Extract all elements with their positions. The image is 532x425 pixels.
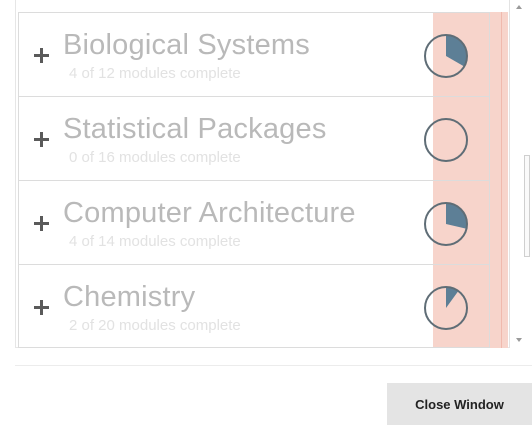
close-window-button[interactable]: Close Window bbox=[387, 383, 532, 425]
course-title: Computer Architecture bbox=[63, 197, 356, 229]
plus-icon[interactable] bbox=[34, 132, 49, 147]
course-row[interactable]: Biological Systems 4 of 12 modules compl… bbox=[18, 12, 490, 96]
course-subtitle: 2 of 20 modules complete bbox=[69, 317, 241, 334]
progress-pie-icon bbox=[424, 202, 468, 246]
course-row[interactable]: Computer Architecture 4 of 14 modules co… bbox=[18, 180, 490, 264]
progress-pie-icon bbox=[424, 118, 468, 162]
divider bbox=[15, 365, 532, 366]
course-row[interactable]: Chemistry 2 of 20 modules complete bbox=[18, 264, 490, 348]
course-list[interactable]: Biological Systems 4 of 12 modules compl… bbox=[18, 12, 508, 348]
vertical-scrollbar[interactable] bbox=[509, 0, 530, 348]
course-subtitle: 0 of 16 modules complete bbox=[69, 149, 241, 166]
plus-icon[interactable] bbox=[34, 48, 49, 63]
course-title: Chemistry bbox=[63, 281, 196, 313]
progress-pie-icon bbox=[424, 286, 468, 330]
course-row[interactable]: Statistical Packages 0 of 16 modules com… bbox=[18, 96, 490, 180]
plus-icon[interactable] bbox=[34, 300, 49, 315]
chevron-down-icon[interactable] bbox=[516, 338, 522, 342]
progress-pie-outline bbox=[424, 118, 468, 162]
scrollbar-thumb[interactable] bbox=[524, 155, 530, 257]
course-title: Statistical Packages bbox=[63, 113, 327, 145]
course-title: Biological Systems bbox=[63, 29, 310, 61]
course-subtitle: 4 of 14 modules complete bbox=[69, 233, 241, 250]
course-subtitle: 4 of 12 modules complete bbox=[69, 65, 241, 82]
plus-icon[interactable] bbox=[34, 216, 49, 231]
progress-pie-icon bbox=[424, 34, 468, 78]
progress-pie-fill bbox=[446, 35, 468, 67]
chevron-up-icon[interactable] bbox=[516, 5, 522, 9]
